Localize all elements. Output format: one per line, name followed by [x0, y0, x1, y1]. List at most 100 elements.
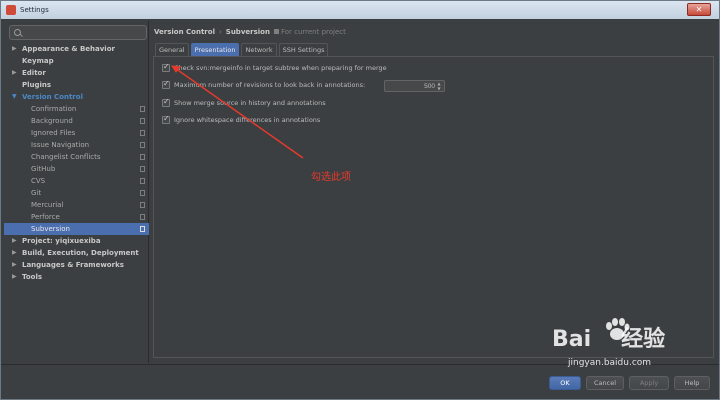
sidebar-item-label: Plugins [22, 81, 52, 89]
sidebar-item-build-execution-deployment[interactable]: ▶ Build, Execution, Deployment [4, 247, 149, 259]
ignore-whitespace-checkbox[interactable] [162, 114, 170, 124]
sidebar-item-languages-frameworks[interactable]: ▶ Languages & Frameworks [4, 259, 149, 271]
sidebar-item-perforce[interactable]: Perforce [4, 211, 149, 223]
chevron-right-icon[interactable]: ▶ [12, 235, 17, 247]
tab-ssh-settings[interactable]: SSH Settings [278, 43, 329, 56]
option-max-revisions[interactable]: Maximum number of revisions to look back… [162, 79, 452, 92]
apply-button[interactable]: Apply [629, 376, 669, 390]
max-revisions-label: Maximum number of revisions to look back… [174, 81, 366, 89]
sidebar-item-label: Subversion [31, 225, 70, 233]
sidebar-item-project-yiqixuexiba[interactable]: ▶ Project: yiqixuexiba [4, 235, 149, 247]
settings-window: Settings ✕ ▶ Appearance & Behavior Keymap ▶… [0, 0, 720, 400]
tab-bar: General Presentation Network SSH Setting… [155, 43, 329, 56]
presentation-panel: Check svn:mergeinfo in target subtree wh… [153, 56, 714, 358]
check-mergeinfo-checkbox[interactable] [162, 62, 170, 72]
sidebar-item-background[interactable]: Background [4, 115, 149, 127]
project-settings-icon [140, 214, 145, 220]
sidebar-item-label: Mercurial [31, 201, 64, 209]
max-revisions-input[interactable] [387, 81, 435, 91]
ok-button[interactable]: OK [549, 376, 581, 390]
sidebar-item-label: Changelist Conflicts [31, 153, 101, 161]
sidebar-item-label: Issue Navigation [31, 141, 90, 149]
tab-presentation[interactable]: Presentation [190, 43, 240, 56]
sidebar-item-label: GitHub [31, 165, 56, 173]
sidebar-item-confirmation[interactable]: Confirmation [4, 103, 149, 115]
dialog-footer: OK Cancel Apply Help [1, 364, 719, 399]
close-button[interactable]: ✕ [687, 3, 711, 16]
project-settings-icon [140, 118, 145, 124]
sidebar-item-issue-navigation[interactable]: Issue Navigation [4, 139, 149, 151]
chevron-right-icon[interactable]: ▶ [12, 67, 17, 79]
sidebar-item-version-control[interactable]: ▼ Version Control [4, 91, 149, 103]
option-ignore-whitespace[interactable]: Ignore whitespace differences in annotat… [162, 114, 321, 125]
chevron-down-icon[interactable]: ▼ [12, 91, 17, 103]
project-scope-label: For current project [280, 28, 346, 36]
project-settings-icon [140, 202, 145, 208]
chevron-right-icon[interactable]: ▶ [12, 259, 17, 271]
breadcrumb-separator: › [218, 28, 222, 36]
sidebar-item-label: Build, Execution, Deployment [22, 249, 139, 257]
sidebar-item-label: Ignored Files [31, 129, 76, 137]
settings-content: Version Control › Subversion For current… [150, 21, 717, 363]
sidebar-item-label: Project: yiqixuexiba [22, 237, 101, 245]
sidebar-item-label: Version Control [22, 93, 83, 101]
max-revisions-spinner[interactable]: ▲▼ [384, 80, 445, 92]
show-merge-source-label: Show merge source in history and annotat… [174, 99, 326, 107]
tab-network[interactable]: Network [241, 43, 277, 56]
project-settings-icon [140, 106, 145, 112]
max-revisions-checkbox[interactable] [162, 79, 170, 89]
sidebar-item-changelist-conflicts[interactable]: Changelist Conflicts [4, 151, 149, 163]
sidebar-item-github[interactable]: GitHub [4, 163, 149, 175]
sidebar-item-label: Languages & Frameworks [22, 261, 124, 269]
chevron-right-icon[interactable]: ▶ [12, 271, 17, 283]
sidebar-item-ignored-files[interactable]: Ignored Files [4, 127, 149, 139]
settings-sidebar: ▶ Appearance & Behavior Keymap ▶ Editor Plugi… [4, 21, 149, 363]
sidebar-item-label: Background [31, 117, 73, 125]
sidebar-item-label: Confirmation [31, 105, 77, 113]
settings-tree: ▶ Appearance & Behavior Keymap ▶ Editor Plugi… [4, 43, 149, 283]
annotation-label: 勾选此项 [311, 172, 351, 183]
breadcrumb: Version Control › Subversion For current… [154, 26, 346, 38]
search-icon [14, 29, 21, 36]
cancel-button[interactable]: Cancel [586, 376, 624, 390]
ignore-whitespace-label: Ignore whitespace differences in annotat… [174, 116, 321, 124]
sidebar-item-tools[interactable]: ▶ Tools [4, 271, 149, 283]
tab-general[interactable]: General [155, 43, 189, 56]
option-check-mergeinfo[interactable]: Check svn:mergeinfo in target subtree wh… [162, 62, 387, 73]
sidebar-item-label: Editor [22, 69, 46, 77]
project-settings-icon [140, 178, 145, 184]
project-scope-note: For current project [273, 28, 346, 36]
sidebar-item-plugins[interactable]: Plugins [4, 79, 149, 91]
project-settings-icon [140, 190, 145, 196]
sidebar-item-keymap[interactable]: Keymap [4, 55, 149, 67]
sidebar-item-label: Perforce [31, 213, 60, 221]
sidebar-item-editor[interactable]: ▶ Editor [4, 67, 149, 79]
sidebar-item-label: CVS [31, 177, 46, 185]
project-settings-icon [140, 142, 145, 148]
title-bar: Settings ✕ [1, 1, 719, 19]
option-show-merge-source[interactable]: Show merge source in history and annotat… [162, 97, 326, 108]
project-settings-icon [140, 166, 145, 172]
project-settings-icon [140, 130, 145, 136]
breadcrumb-version-control: Version Control [154, 28, 215, 36]
window-title: Settings [20, 6, 49, 14]
sidebar-item-appearance-behavior[interactable]: ▶ Appearance & Behavior [4, 43, 149, 55]
sidebar-item-git[interactable]: Git [4, 187, 149, 199]
chevron-right-icon[interactable]: ▶ [12, 247, 17, 259]
spinner-arrows-icon[interactable]: ▲ ▼ [435, 81, 443, 91]
project-icon [273, 29, 279, 34]
sidebar-item-label: Appearance & Behavior [22, 45, 115, 53]
search-input[interactable] [24, 27, 144, 38]
sidebar-item-label: Tools [22, 273, 43, 281]
app-icon [6, 5, 16, 15]
breadcrumb-subversion: Subversion [225, 28, 270, 36]
sidebar-item-subversion[interactable]: Subversion [4, 223, 149, 235]
project-settings-icon [140, 154, 145, 160]
chevron-right-icon[interactable]: ▶ [12, 43, 17, 55]
search-box[interactable] [9, 25, 147, 40]
sidebar-item-cvs[interactable]: CVS [4, 175, 149, 187]
sidebar-item-label: Keymap [22, 57, 54, 65]
sidebar-item-mercurial[interactable]: Mercurial [4, 199, 149, 211]
help-button[interactable]: Help [674, 376, 710, 390]
show-merge-source-checkbox[interactable] [162, 97, 170, 107]
